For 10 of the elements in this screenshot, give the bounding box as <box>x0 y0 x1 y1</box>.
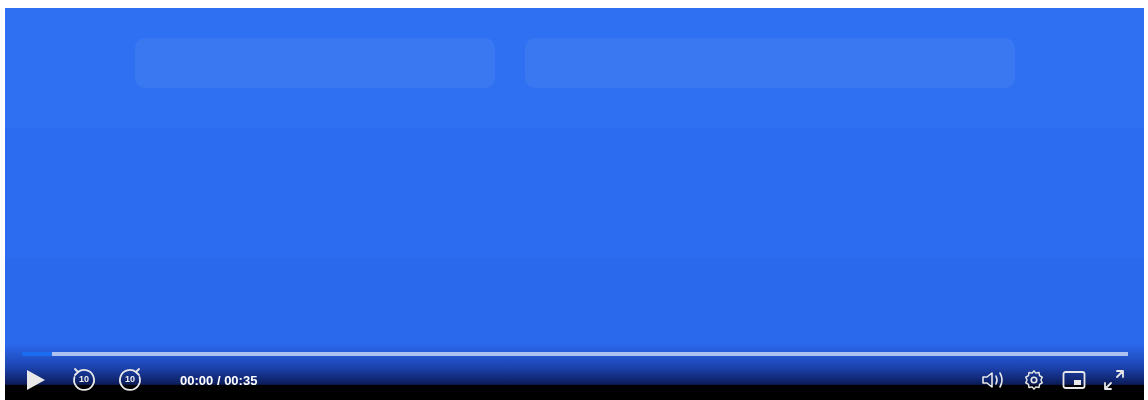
time-display: 00:00 / 00:35 <box>180 372 258 388</box>
rewind-button[interactable]: 10 <box>70 366 98 394</box>
progress-bar[interactable] <box>22 352 1128 356</box>
picture-in-picture-icon <box>1062 370 1086 390</box>
fullscreen-icon <box>1103 369 1125 391</box>
settings-icon <box>1023 369 1045 391</box>
circular-arrow-counterclockwise-icon <box>71 367 97 393</box>
forward-button[interactable]: 10 <box>116 366 144 394</box>
circular-arrow-clockwise-icon <box>117 367 143 393</box>
play-icon <box>26 369 46 391</box>
